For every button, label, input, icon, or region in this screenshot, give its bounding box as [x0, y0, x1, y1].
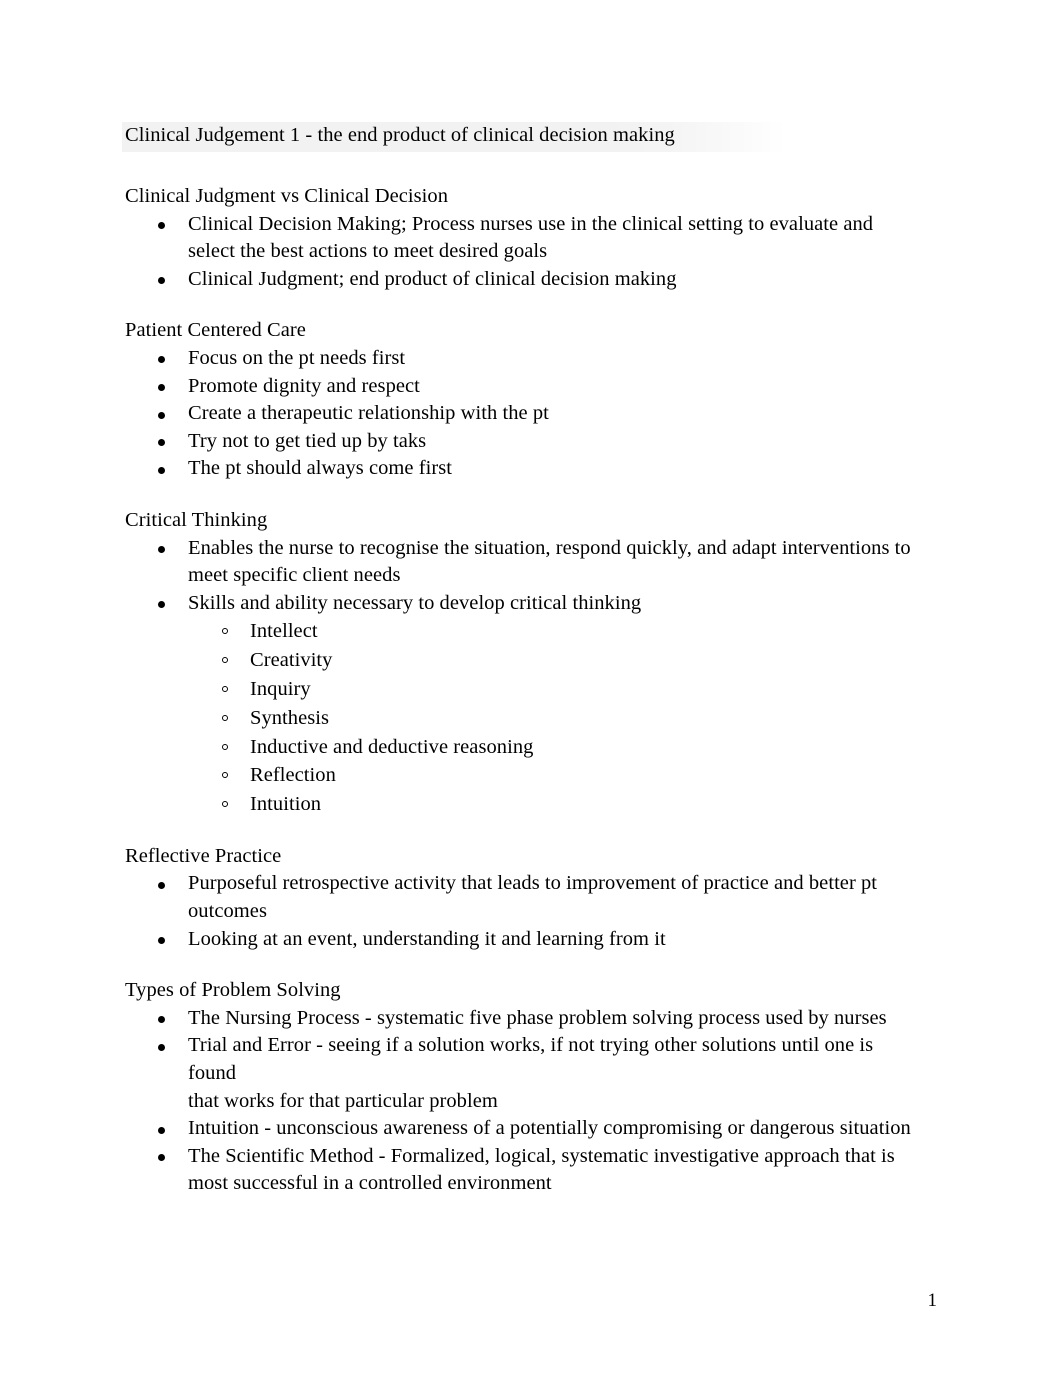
bullet-item: Focus on the pt needs first: [125, 345, 915, 373]
document-section: Clinical Judgment vs Clinical Decision Cl…: [125, 183, 915, 293]
document-section: Types of Problem Solving The Nursing Proc…: [125, 977, 915, 1198]
bullet-dot-icon: [158, 466, 165, 474]
bullet-dot-icon: [158, 356, 165, 364]
sub-bullet-text: Inquiry: [250, 677, 311, 700]
bullet-item: Try not to get tied up by taks: [125, 428, 915, 456]
document-body: Clinical Judgement 1 - the end product o…: [122, 120, 915, 1222]
bullet-dot-icon: [158, 937, 165, 945]
bullet-text: Clinical Judgment; end product of clinic…: [188, 267, 677, 290]
page-number: 1: [927, 1290, 938, 1311]
bullet-text: The Scientific Method - Formalized, logi…: [188, 1144, 895, 1195]
bullet-circle-icon: [222, 772, 228, 779]
bullet-item: Create a therapeutic relationship with t…: [125, 400, 915, 428]
bullet-list: Clinical Decision Making; Process nurses…: [125, 211, 915, 294]
sub-bullet-item: Reflection: [125, 761, 915, 790]
bullet-text: Purposeful retrospective activity that l…: [188, 872, 878, 923]
sub-bullet-item: Intellect: [125, 617, 915, 646]
section-heading: Reflective Practice: [125, 844, 282, 867]
sub-bullet-text: Intellect: [250, 620, 318, 643]
bullet-circle-icon: [222, 685, 228, 692]
sub-bullet-list: Intellect Creativity Inquiry Synthesis Induc…: [125, 617, 915, 819]
bullet-dot-icon: [158, 601, 165, 609]
section-heading: Clinical Judgment vs Clinical Decision: [125, 185, 449, 207]
bullet-item: The Scientific Method - Formalized, logi…: [125, 1143, 915, 1198]
bullet-text: Enables the nurse to recognise the situa…: [188, 536, 911, 587]
bullet-item: Purposeful retrospective activity that l…: [125, 870, 915, 925]
bullet-item: Promote dignity and respect: [125, 373, 915, 401]
bullet-circle-icon: [222, 801, 228, 808]
bullet-circle-icon: [222, 743, 228, 750]
bullet-dot-icon: [158, 1126, 165, 1134]
bullet-text: Create a therapeutic relationship with t…: [188, 402, 549, 425]
section-heading: Types of Problem Solving: [125, 979, 341, 1002]
bullet-circle-icon: [222, 714, 228, 721]
bullet-text: Trial and Error - seeing if a solution w…: [188, 1034, 874, 1085]
bullet-item: Clinical Judgment; end product of clinic…: [125, 266, 915, 294]
bullet-list: Purposeful retrospective activity that l…: [125, 870, 915, 953]
bullet-dot-icon: [158, 1154, 165, 1162]
document-section: Patient Centered Care Focus on the pt nee…: [125, 317, 915, 483]
bullet-text: The pt should always come first: [188, 457, 453, 480]
bullet-item: The Nursing Process - systematic five ph…: [125, 1005, 915, 1033]
bullet-dot-icon: [158, 1043, 165, 1051]
bullet-dot-icon: [158, 411, 165, 419]
section-heading: Critical Thinking: [125, 508, 268, 531]
bullet-continuation-text: that works for that particular problem: [188, 1089, 498, 1112]
bullet-text: Looking at an event, understanding it an…: [188, 927, 666, 950]
bullet-dot-icon: [158, 439, 165, 447]
bullet-text: Focus on the pt needs first: [188, 346, 406, 369]
sub-bullet-text: Synthesis: [250, 706, 330, 729]
sections-container: Clinical Judgment vs Clinical Decision Cl…: [125, 183, 915, 1198]
page-title: Clinical Judgement 1 - the end product o…: [125, 124, 675, 146]
section-heading: Patient Centered Care: [125, 319, 306, 342]
sub-bullet-text: Inductive and deductive reasoning: [250, 735, 534, 758]
document-section: Critical Thinking Enables the nurse to re…: [125, 507, 915, 819]
sub-bullet-item: Creativity: [125, 646, 915, 675]
bullet-list: Focus on the pt needs first Promote digni…: [125, 345, 915, 483]
document-section: Reflective Practice Purposeful retrospect…: [125, 843, 915, 953]
bullet-item: Enables the nurse to recognise the situa…: [125, 535, 915, 590]
bullet-text: Promote dignity and respect: [188, 374, 420, 397]
bullet-list: The Nursing Process - systematic five ph…: [125, 1005, 915, 1198]
bullet-text: The Nursing Process - systematic five ph…: [188, 1006, 887, 1029]
document-page: Clinical Judgement 1 - the end product o…: [0, 0, 1062, 1377]
sub-bullet-text: Reflection: [250, 764, 336, 787]
bullet-item: Skills and ability necessary to develop …: [125, 590, 915, 618]
bullet-dot-icon: [158, 881, 165, 889]
bullet-text: Try not to get tied up by taks: [188, 429, 427, 452]
bullet-item: Clinical Decision Making; Process nurses…: [125, 211, 915, 266]
bullet-item: The pt should always come first: [125, 455, 915, 483]
bullet-item: Trial and Error - seeing if a solution w…: [125, 1032, 915, 1087]
sub-bullet-item: Inductive and deductive reasoning: [125, 733, 915, 762]
document-title-block: Clinical Judgement 1 - the end product o…: [122, 120, 915, 152]
bullet-text: Intuition - unconscious awareness of a p…: [188, 1117, 911, 1140]
sub-bullet-text: Creativity: [250, 649, 333, 672]
bullet-dot-icon: [158, 384, 165, 392]
sub-bullet-text: Intuition: [250, 793, 322, 816]
bullet-dot-icon: [158, 1016, 165, 1024]
bullet-circle-icon: [222, 657, 228, 664]
bullet-text: Skills and ability necessary to develop …: [188, 591, 642, 614]
bullet-item: Intuition - unconscious awareness of a p…: [125, 1115, 915, 1143]
bullet-dot-icon: [158, 277, 165, 285]
bullet-dot-icon: [158, 222, 165, 230]
sub-bullet-item: Intuition: [125, 790, 915, 819]
bullet-circle-icon: [222, 628, 228, 635]
bullet-dot-icon: [158, 546, 165, 554]
bullet-text: Clinical Decision Making; Process nurses…: [188, 212, 874, 263]
sub-bullet-item: Synthesis: [125, 704, 915, 733]
sub-bullet-item: Inquiry: [125, 675, 915, 704]
bullet-list: Enables the nurse to recognise the situa…: [125, 535, 915, 819]
bullet-item: Looking at an event, understanding it an…: [125, 926, 915, 954]
